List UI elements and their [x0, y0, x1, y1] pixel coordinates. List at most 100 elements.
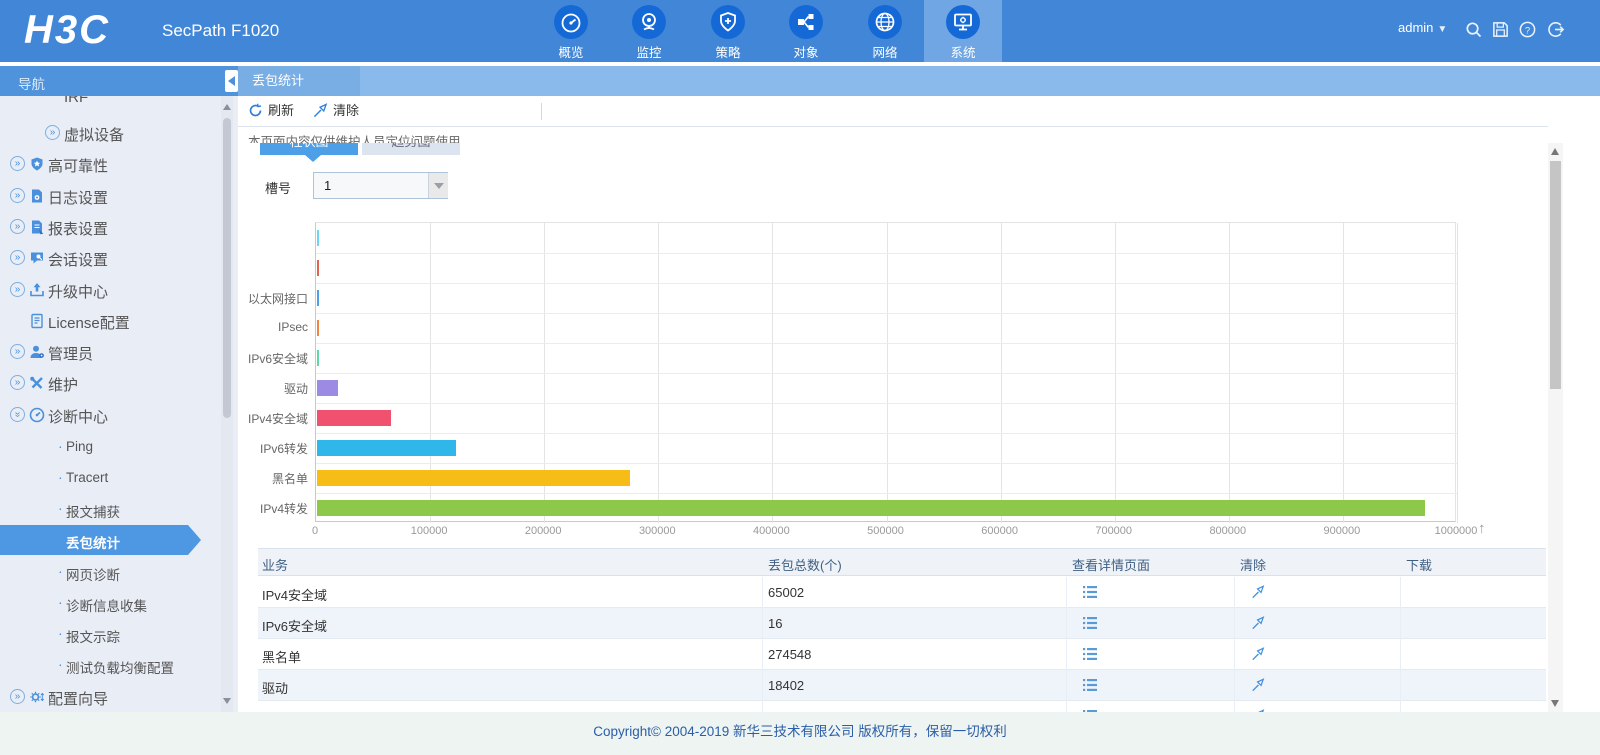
sidebar-item-License配置[interactable]: License配置 [0, 306, 220, 336]
tab-packet-loss-statistics[interactable]: 丢包统计 [238, 66, 360, 96]
axis-scroll-up-icon[interactable]: ↑ [1478, 520, 1486, 537]
gridline [1457, 223, 1458, 523]
expand-chevron-icon[interactable]: » [45, 125, 60, 140]
cell-service: 黑名单 [262, 647, 301, 666]
logout-icon[interactable] [1546, 20, 1565, 39]
row-gridline [316, 463, 1457, 464]
expand-chevron-icon[interactable]: » [10, 282, 25, 297]
sidebar-item-丢包统计[interactable]: 丢包统计 [0, 525, 188, 555]
y-axis-category-label: 驱动 [240, 380, 308, 397]
app-root: { "header": { "logo": "H3C", "product": … [0, 0, 1600, 755]
sidebar-scroll-thumb[interactable] [223, 118, 231, 418]
top-nav-item-1[interactable]: 概览 [532, 0, 610, 62]
top-nav-item-3[interactable]: 策略 [689, 0, 767, 62]
top-nav-label: 系统 [924, 42, 1002, 61]
sidebar-item-报表设置[interactable]: »报表设置 [0, 212, 220, 242]
bar-IPsec[interactable] [317, 320, 319, 336]
sidebar-item-诊断中心[interactable]: » 诊断中心 [0, 400, 220, 430]
top-nav-item-6[interactable]: 系统 [924, 0, 1002, 62]
sidebar-item-升级中心[interactable]: »升级中心 [0, 275, 220, 305]
view-detail-icon[interactable] [1082, 647, 1098, 661]
sidebar-item-诊断信息收集[interactable]: ·诊断信息收集 [0, 588, 220, 618]
broom-icon [313, 103, 328, 118]
row-gridline [316, 253, 1457, 254]
collapse-chevron-icon[interactable]: » [10, 407, 25, 422]
view-detail-icon[interactable] [1082, 585, 1098, 599]
chart-tab-trend[interactable]: 趋势图 [362, 143, 460, 155]
bar-row1[interactable] [317, 260, 319, 276]
chart-tab-bar[interactable]: 柱状图 [260, 143, 358, 155]
bar-IPv6安全域[interactable] [317, 350, 319, 366]
scroll-down-icon[interactable] [223, 698, 231, 704]
expand-chevron-icon[interactable]: » [10, 689, 25, 704]
top-nav-item-5[interactable]: 网络 [846, 0, 924, 62]
clear-row-icon[interactable] [1250, 616, 1266, 630]
slot-select[interactable]: 1 [313, 172, 448, 199]
sidebar-item-label: 报文捕获 [66, 501, 120, 521]
admin-menu[interactable]: admin▼ [1398, 20, 1447, 35]
search-icon[interactable] [1464, 20, 1483, 39]
clear-row-icon[interactable] [1250, 647, 1266, 661]
sidebar-item-label: 丢包统计 [66, 532, 120, 552]
sidebar-item-Ping[interactable]: ·Ping [0, 432, 220, 462]
sidebar-item-会话设置[interactable]: »会话设置 [0, 243, 220, 273]
content-scroll-thumb[interactable] [1550, 161, 1561, 389]
expand-chevron-icon[interactable]: » [10, 250, 25, 265]
sidebar-item-label: Tracert [66, 470, 108, 485]
bar-IPv4安全域[interactable] [317, 410, 391, 426]
expand-chevron-icon[interactable]: » [10, 219, 25, 234]
bar-IPv4转发[interactable] [317, 500, 1425, 516]
table-header-2: 丢包总数(个) [768, 555, 842, 574]
chevron-down-icon: ▼ [1437, 24, 1447, 35]
content-scrollbar[interactable] [1548, 143, 1563, 712]
sidebar-item-label: 管理员 [48, 343, 93, 364]
column-divider [1066, 670, 1067, 701]
top-nav-item-2[interactable]: 监控 [610, 0, 688, 62]
sidebar-item-网页诊断[interactable]: ·网页诊断 [0, 557, 220, 587]
sidebar-collapse-icon[interactable] [225, 70, 238, 92]
bar-IPv6转发[interactable] [317, 440, 456, 456]
clear-row-icon[interactable] [1250, 585, 1266, 599]
x-axis-tick-label: 900000 [1324, 525, 1361, 537]
table-header-4: 清除 [1240, 555, 1266, 574]
sidebar-item-高可靠性[interactable]: »高可靠性 [0, 149, 220, 179]
expand-chevron-icon[interactable]: » [10, 188, 25, 203]
view-detail-icon[interactable] [1082, 616, 1098, 630]
refresh-button[interactable]: 刷新 [248, 96, 294, 126]
sidebar-item-Tracert[interactable]: ·Tracert [0, 463, 220, 493]
sidebar-item-虚拟设备[interactable]: »虚拟设备 [0, 118, 220, 148]
sidebar-item-日志设置[interactable]: »日志设置 [0, 181, 220, 211]
clear-row-icon[interactable] [1250, 678, 1266, 692]
column-divider [762, 639, 763, 670]
top-nav-item-4[interactable]: 对象 [767, 0, 845, 62]
sidebar-item-报文捕获[interactable]: ·报文捕获 [0, 494, 220, 524]
bar-驱动[interactable] [317, 380, 338, 396]
sidebar-scrollbar[interactable] [221, 96, 233, 712]
bar-黑名单[interactable] [317, 470, 630, 486]
sidebar-item-管理员[interactable]: » 管理员 [0, 337, 220, 367]
sidebar-item-IRF[interactable]: IRF [0, 96, 220, 113]
expand-chevron-icon[interactable]: » [10, 156, 25, 171]
gauge-icon [554, 5, 588, 39]
x-axis-tick-label: 300000 [639, 525, 676, 537]
bar-以太网接口[interactable] [317, 290, 319, 306]
sidebar-item-label: License配置 [48, 312, 130, 333]
expand-chevron-icon[interactable]: » [10, 344, 25, 359]
expand-chevron-icon[interactable]: » [10, 375, 25, 390]
sidebar-item-测试负载均衡配置[interactable]: ·测试负载均衡配置 [0, 650, 220, 680]
clear-button[interactable]: 清除 [313, 96, 359, 126]
table-row: 以太网接口 [258, 701, 1546, 712]
view-detail-icon[interactable] [1082, 678, 1098, 692]
bar-row0[interactable] [317, 230, 319, 246]
help-icon[interactable]: ? [1518, 20, 1537, 39]
sidebar-item-维护[interactable]: »维护 [0, 368, 220, 398]
scroll-down-icon[interactable] [1551, 700, 1559, 707]
scroll-up-icon[interactable] [223, 104, 231, 110]
globe-icon [868, 5, 902, 39]
sidebar-item-label: 诊断中心 [48, 406, 108, 427]
dropdown-arrow-icon[interactable] [428, 173, 448, 198]
scroll-up-icon[interactable] [1551, 148, 1559, 155]
sidebar-item-配置向导[interactable]: »配置向导 [0, 682, 220, 712]
sidebar-item-报文示踪[interactable]: ·报文示踪 [0, 619, 220, 649]
save-icon[interactable] [1491, 20, 1510, 39]
